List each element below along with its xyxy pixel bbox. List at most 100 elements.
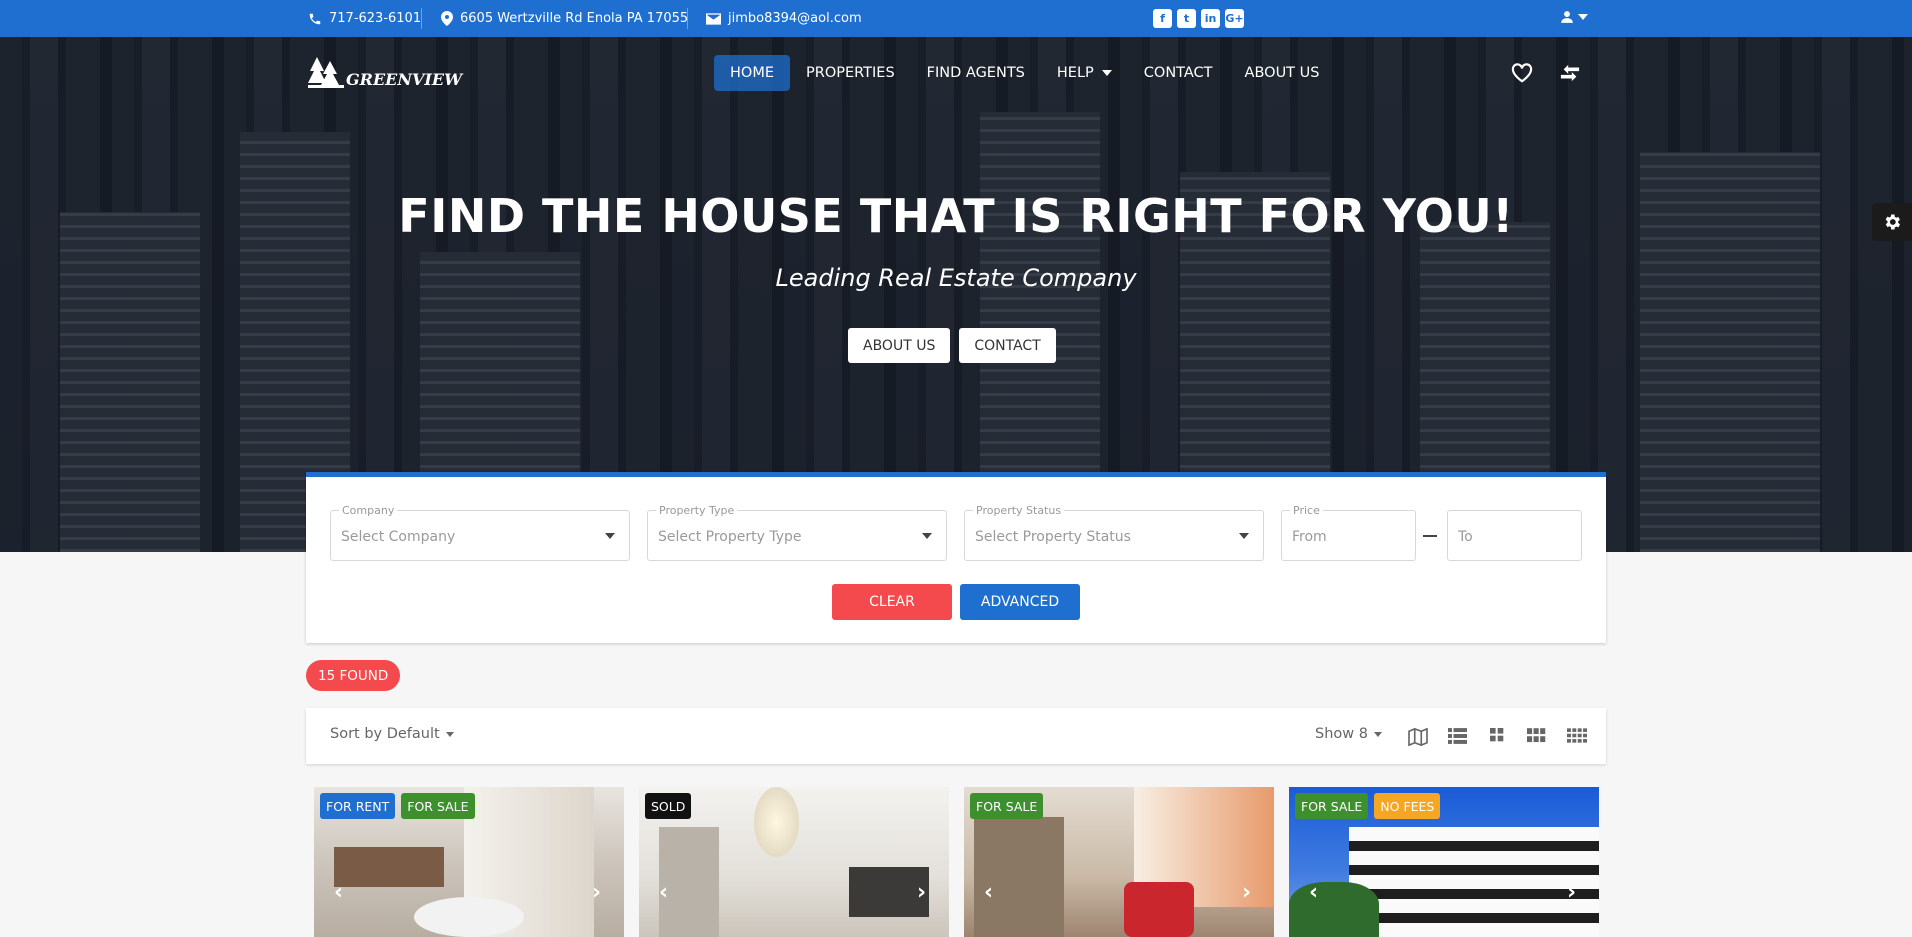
badge-group: SOLD xyxy=(645,793,692,819)
property-type-select[interactable]: Property Type Select Property Type xyxy=(647,504,947,561)
nav-properties-label: PROPERTIES xyxy=(806,65,895,81)
property-status-value: Select Property Status xyxy=(975,529,1131,545)
top-bar: 717-623-6101 6605 Wertzville Rd Enola PA… xyxy=(0,0,1912,37)
property-card[interactable]: FOR SALE ‹ › xyxy=(964,787,1274,937)
chevron-right-icon[interactable]: › xyxy=(592,880,601,905)
divider xyxy=(687,8,688,29)
phone-contact[interactable]: 717-623-6101 xyxy=(308,0,421,37)
sort-dropdown[interactable]: Sort by Default xyxy=(330,726,454,742)
price-range-dash xyxy=(1423,535,1437,537)
badge-group: FOR SALE NO FEES xyxy=(1295,793,1441,819)
nav-find-agents-label: FIND AGENTS xyxy=(926,65,1025,81)
divider xyxy=(421,8,422,29)
nav-help[interactable]: HELP xyxy=(1041,55,1128,91)
contact-button[interactable]: CONTACT xyxy=(959,328,1056,363)
chevron-left-icon[interactable]: ‹ xyxy=(334,880,343,905)
heart-icon[interactable] xyxy=(1511,63,1533,83)
user-menu[interactable] xyxy=(1560,10,1588,24)
nav-contact-label: CONTACT xyxy=(1143,65,1213,81)
price-to-input[interactable]: To xyxy=(1447,510,1582,561)
google-plus-icon[interactable]: G+ xyxy=(1225,9,1244,28)
phone-text: 717-623-6101 xyxy=(329,11,422,26)
nav-home-label: HOME xyxy=(730,65,774,81)
email-contact[interactable]: jimbo8394@aol.com xyxy=(706,0,862,37)
price-from-placeholder: From xyxy=(1292,529,1327,545)
sort-bar: Sort by Default Show 8 xyxy=(306,708,1606,764)
chevron-down-icon xyxy=(445,731,454,737)
status-badge: SOLD xyxy=(645,793,692,819)
price-from-input[interactable]: Price From xyxy=(1281,504,1416,561)
linkedin-icon[interactable]: in xyxy=(1201,9,1220,28)
chevron-down-icon xyxy=(605,533,615,539)
pine-trees-icon xyxy=(308,57,344,88)
property-status-label: Property Status xyxy=(973,504,1065,517)
chevron-left-icon[interactable]: ‹ xyxy=(1309,880,1318,905)
company-select[interactable]: Company Select Company xyxy=(330,504,630,561)
price-to-placeholder: To xyxy=(1458,529,1473,545)
advanced-button[interactable]: ADVANCED xyxy=(960,584,1080,620)
gear-icon xyxy=(1885,214,1900,230)
nav-about-us[interactable]: ABOUT US xyxy=(1229,55,1336,91)
company-label: Company xyxy=(339,504,398,517)
badge-group: FOR SALE xyxy=(970,793,1044,819)
property-card[interactable]: SOLD ‹ › xyxy=(639,787,949,937)
status-badge: FOR SALE xyxy=(1295,793,1369,819)
chevron-down-icon xyxy=(1101,70,1112,76)
chevron-down-icon xyxy=(922,533,932,539)
social-links: f t in G+ xyxy=(1153,9,1244,28)
list-view-icon[interactable] xyxy=(1448,728,1467,744)
phone-icon xyxy=(309,13,321,24)
search-panel: Company Select Company Property Type Sel… xyxy=(306,472,1606,643)
status-badge: FOR RENT xyxy=(320,793,396,819)
grid-3-view-icon[interactable] xyxy=(1527,728,1546,743)
chevron-right-icon[interactable]: › xyxy=(1567,880,1576,905)
status-badge: NO FEES xyxy=(1374,793,1441,819)
logo-text: GREENVIEW xyxy=(346,70,463,89)
property-type-value: Select Property Type xyxy=(658,529,802,545)
chevron-left-icon[interactable]: ‹ xyxy=(984,880,993,905)
badge-group: FOR RENT FOR SALE xyxy=(320,793,475,819)
nav-properties[interactable]: PROPERTIES xyxy=(790,55,911,91)
chevron-right-icon[interactable]: › xyxy=(1242,880,1251,905)
user-icon xyxy=(1561,11,1573,23)
grid-2-view-icon[interactable] xyxy=(1490,728,1504,742)
email-text: jimbo8394@aol.com xyxy=(728,11,862,26)
nav-find-agents[interactable]: FIND AGENTS xyxy=(911,55,1041,91)
property-card[interactable]: FOR RENT FOR SALE ‹ › xyxy=(314,787,624,937)
main-nav: HOME PROPERTIES FIND AGENTS HELP CONTACT… xyxy=(714,55,1335,91)
chevron-right-icon[interactable]: › xyxy=(917,880,926,905)
address-text: 6605 Wertzville Rd Enola PA 17055 xyxy=(460,11,689,26)
grid-4-view-icon[interactable] xyxy=(1567,728,1587,743)
price-label: Price xyxy=(1290,504,1323,517)
chevron-down-icon xyxy=(1239,533,1249,539)
status-badge: FOR SALE xyxy=(970,793,1044,819)
show-count-dropdown[interactable]: Show 8 xyxy=(1315,726,1382,742)
map-marker-icon xyxy=(441,11,453,26)
chevron-down-icon xyxy=(1373,731,1382,737)
envelope-icon xyxy=(706,12,721,25)
hero-subtitle: Leading Real Estate Company xyxy=(775,264,1137,292)
compare-icon[interactable] xyxy=(1559,63,1581,83)
site-logo[interactable]: GREENVIEW xyxy=(308,57,462,89)
company-value: Select Company xyxy=(341,529,456,545)
status-badge: FOR SALE xyxy=(401,793,475,819)
chevron-down-icon xyxy=(1578,14,1588,20)
twitter-icon[interactable]: t xyxy=(1177,9,1196,28)
show-count-label: Show 8 xyxy=(1315,726,1368,742)
property-card[interactable]: FOR SALE NO FEES ‹ › xyxy=(1289,787,1599,937)
nav-home[interactable]: HOME xyxy=(714,55,790,91)
clear-button[interactable]: CLEAR xyxy=(832,584,952,620)
nav-contact[interactable]: CONTACT xyxy=(1128,55,1229,91)
results-count-badge: 15 FOUND xyxy=(306,660,401,691)
address-contact[interactable]: 6605 Wertzville Rd Enola PA 17055 xyxy=(441,0,688,37)
nav-about-us-label: ABOUT US xyxy=(1244,65,1320,81)
settings-gear-button[interactable] xyxy=(1872,203,1912,241)
hero-title: FIND THE HOUSE THAT IS RIGHT FOR YOU! xyxy=(398,189,1514,243)
map-view-icon[interactable] xyxy=(1408,728,1428,746)
sort-label: Sort by Default xyxy=(330,726,440,742)
chevron-left-icon[interactable]: ‹ xyxy=(659,880,668,905)
property-status-select[interactable]: Property Status Select Property Status xyxy=(964,504,1264,561)
about-us-button[interactable]: ABOUT US xyxy=(848,328,951,363)
hero-buttons: ABOUT US CONTACT xyxy=(848,328,1056,363)
facebook-icon[interactable]: f xyxy=(1153,9,1172,28)
